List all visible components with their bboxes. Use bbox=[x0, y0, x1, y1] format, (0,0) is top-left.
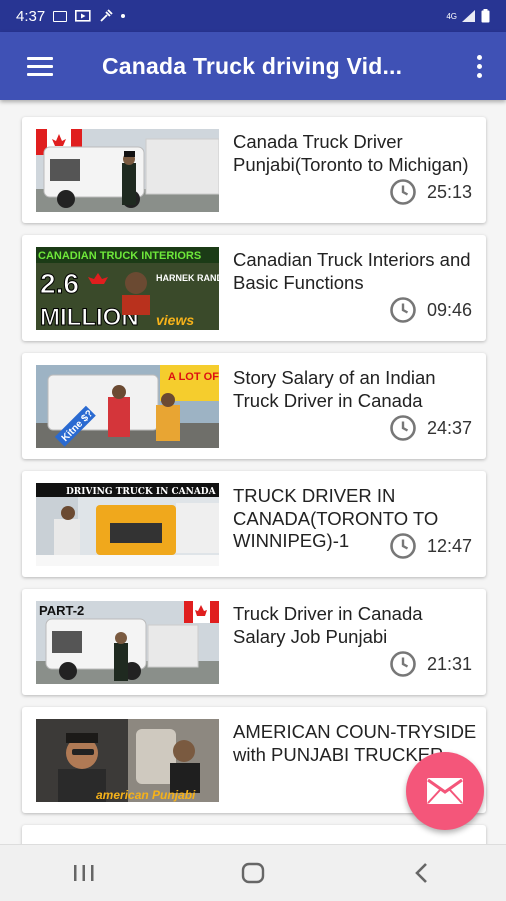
thumb-overlay-text: A LOT OF $$$ bbox=[168, 371, 219, 383]
thumb-overlay-text: PART-2 bbox=[39, 603, 84, 618]
video-card[interactable]: PART-2 Truck Driver in Canada Salary Job… bbox=[22, 589, 486, 695]
tools-notification-icon bbox=[100, 9, 113, 22]
clock-icon bbox=[390, 651, 416, 677]
video-title: Truck Driver in Canada Salary Job Punjab… bbox=[233, 603, 423, 647]
video-title: Story Salary of an Indian Truck Driver i… bbox=[233, 367, 436, 411]
clock-icon bbox=[390, 179, 416, 205]
clock-icon bbox=[390, 415, 416, 441]
status-bar: 4:37 4G bbox=[0, 0, 506, 32]
thumb-overlay-text: HARNEK RANDHAWA bbox=[156, 273, 219, 283]
duration-text: 25:13 bbox=[426, 181, 472, 202]
system-nav-bar bbox=[0, 844, 506, 901]
thumb-overlay-text: views bbox=[156, 312, 194, 328]
video-card[interactable]: DRIVING TRUCK IN CANADA TRUCK DRIVER IN … bbox=[22, 471, 486, 577]
more-vert-icon[interactable] bbox=[452, 32, 506, 100]
video-duration: 12:47 bbox=[389, 532, 472, 560]
video-card[interactable]: Canada Truck Driver Punjabi(Toronto to M… bbox=[22, 117, 486, 223]
battery-icon bbox=[481, 9, 490, 23]
video-thumbnail[interactable]: A LOT OF $$$ Kitne $? bbox=[36, 365, 219, 448]
video-thumbnail[interactable]: american Punjabi bbox=[36, 719, 219, 802]
clock-icon bbox=[390, 533, 416, 559]
thumb-overlay-text: american Punjabi bbox=[96, 788, 196, 802]
video-duration: 21:31 bbox=[389, 650, 472, 678]
video-list[interactable]: Canada Truck Driver Punjabi(Toronto to M… bbox=[0, 100, 506, 844]
mail-fab-button[interactable] bbox=[406, 752, 484, 830]
duration-text: 12:47 bbox=[426, 535, 472, 556]
thumb-overlay-text: 2.6 bbox=[40, 268, 79, 299]
video-card[interactable]: A LOT OF $$$ Kitne $? Story Salary of an… bbox=[22, 353, 486, 459]
clock-icon bbox=[390, 297, 416, 323]
home-icon[interactable] bbox=[223, 853, 283, 893]
status-time: 4:37 bbox=[16, 7, 46, 25]
video-notification-icon bbox=[75, 10, 91, 22]
recents-icon[interactable] bbox=[54, 853, 114, 893]
app-toolbar: Canada Truck driving Vid... bbox=[0, 32, 506, 100]
duration-text: 09:46 bbox=[426, 299, 472, 320]
image-notification-icon bbox=[53, 10, 68, 22]
video-card[interactable] bbox=[22, 825, 486, 844]
menu-icon[interactable] bbox=[0, 32, 80, 100]
video-title: Canada Truck Driver Punjabi(Toronto to M… bbox=[233, 131, 469, 175]
thumb-overlay-text: CANADIAN TRUCK INTERIORS bbox=[38, 250, 201, 262]
video-thumbnail[interactable]: DRIVING TRUCK IN CANADA bbox=[36, 483, 219, 566]
video-duration: 24:37 bbox=[389, 414, 472, 442]
network-type: 4G bbox=[446, 11, 457, 21]
mail-icon bbox=[427, 778, 463, 804]
video-thumbnail[interactable]: CANADIAN TRUCK INTERIORS 2.6 MILLION vie… bbox=[36, 247, 219, 330]
video-title: Canadian Truck Interiors and Basic Funct… bbox=[233, 249, 471, 293]
duration-text: 24:37 bbox=[426, 417, 472, 438]
video-duration: 25:13 bbox=[389, 178, 472, 206]
back-icon[interactable] bbox=[392, 853, 452, 893]
duration-text: 21:31 bbox=[426, 653, 472, 674]
thumb-overlay-text: DRIVING TRUCK IN CANADA bbox=[66, 487, 217, 497]
video-card[interactable]: CANADIAN TRUCK INTERIORS 2.6 MILLION vie… bbox=[22, 235, 486, 341]
video-thumbnail[interactable] bbox=[36, 129, 219, 212]
video-duration: 09:46 bbox=[389, 296, 472, 324]
page-title: Canada Truck driving Vid... bbox=[102, 52, 403, 79]
video-thumbnail[interactable]: PART-2 bbox=[36, 601, 219, 684]
signal-icon bbox=[462, 10, 475, 22]
notification-dot-icon bbox=[121, 14, 126, 18]
